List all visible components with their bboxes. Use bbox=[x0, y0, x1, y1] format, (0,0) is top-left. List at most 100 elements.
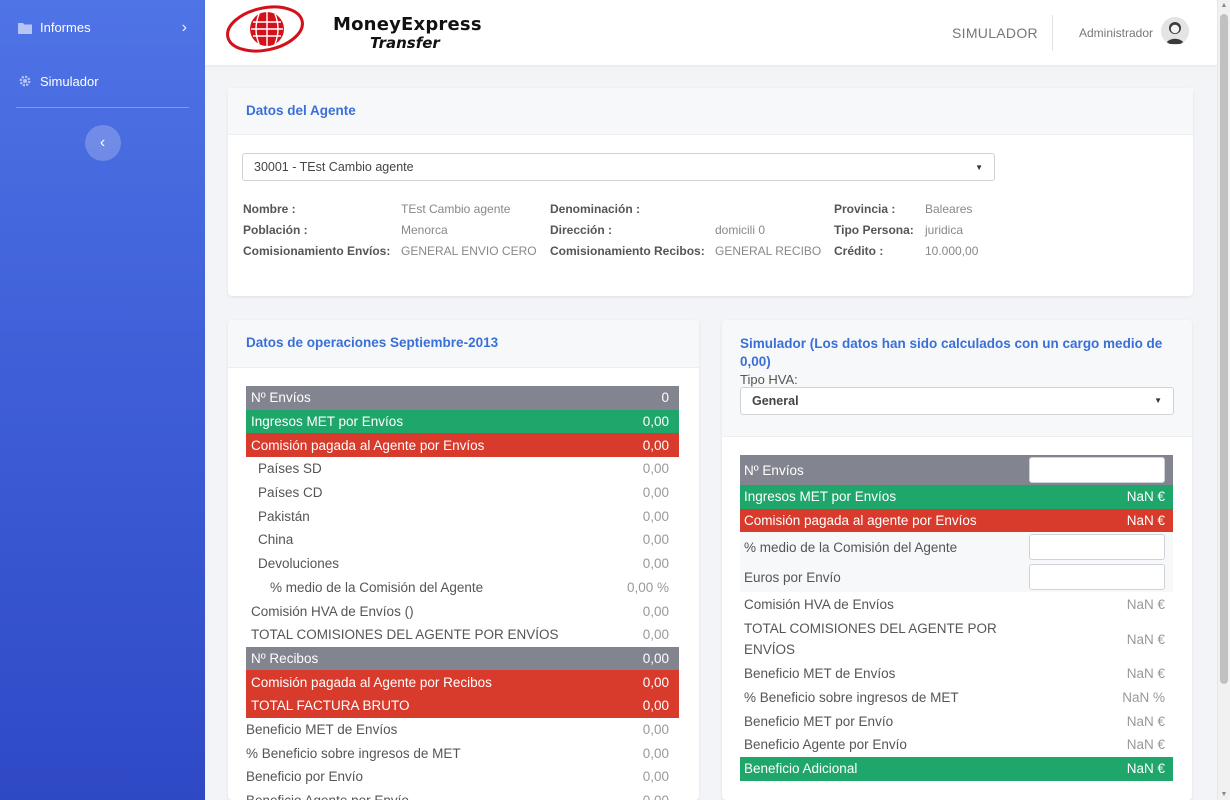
row-label: Beneficio por Envío bbox=[246, 769, 364, 785]
row-label: Euros por Envío bbox=[744, 569, 841, 585]
nombre-value: TEst Cambio agente bbox=[401, 202, 511, 216]
row-label: Beneficio MET de Envíos bbox=[744, 666, 896, 682]
agent-select[interactable]: 30001 - TEst Cambio agente ▼ bbox=[242, 153, 995, 181]
ops-row-medio-de-la-comision-del-agente: % medio de la Comisión del Agente 0,00 % bbox=[246, 576, 679, 600]
medio-de-la-comision-del-agente-input[interactable] bbox=[1029, 534, 1165, 561]
sidebar-item-label: Simulador bbox=[40, 73, 99, 89]
scroll-down-arrow-icon[interactable]: ▼ bbox=[1220, 791, 1228, 798]
scroll-thumb[interactable] bbox=[1220, 14, 1228, 684]
row-value: NaN € bbox=[1126, 513, 1165, 529]
tipo-hva-select[interactable]: General ▼ bbox=[740, 387, 1174, 415]
agent-card: Datos del Agente 30001 - TEst Cambio age… bbox=[228, 88, 1193, 296]
operations-table: Nº Envíos 0 Ingresos MET por Envíos 0,00 Com… bbox=[246, 386, 679, 800]
caret-down-icon: ▼ bbox=[975, 162, 983, 172]
ops-row-comision-hva-de-envios: Comisión HVA de Envíos () 0,00 bbox=[246, 599, 679, 623]
row-label: Pakistán bbox=[258, 508, 310, 524]
brand-logo[interactable]: MoneyExpress Transfer bbox=[225, 2, 485, 60]
row-value: 0,00 bbox=[642, 627, 669, 643]
row-value: 0,00 bbox=[642, 603, 669, 619]
provincia-value: Baleares bbox=[925, 202, 973, 216]
chevron-right-icon: › bbox=[181, 18, 187, 36]
row-label: Beneficio Adicional bbox=[744, 761, 858, 777]
gear-icon bbox=[19, 75, 31, 87]
agent-card-title: Datos del Agente bbox=[228, 88, 1193, 135]
row-label: Nº Envíos bbox=[251, 390, 311, 406]
row-value: NaN € bbox=[1126, 737, 1165, 753]
sidebar-toggle-button[interactable]: ‹ bbox=[84, 125, 121, 161]
row-label: % Beneficio sobre ingresos de MET bbox=[744, 690, 959, 706]
row-label: Beneficio Agente por Envío bbox=[246, 793, 409, 800]
row-label: Países CD bbox=[258, 485, 323, 501]
ops-row-beneficio-sobre-ingresos-de-met: % Beneficio sobre ingresos de MET 0,00 bbox=[246, 741, 679, 765]
chevron-left-icon: ‹ bbox=[99, 134, 106, 151]
simulator-table: Nº Envíos Ingresos MET por Envíos NaN € Com… bbox=[740, 455, 1173, 781]
provincia-label: Provincia : bbox=[834, 202, 896, 216]
ops-row-paises-sd: Países SD 0,00 bbox=[246, 457, 679, 481]
sim-row-euros-por-envio: Euros por Envío bbox=[740, 562, 1173, 593]
row-value: NaN € bbox=[1126, 631, 1165, 647]
sim-row-comision-pagada-al-agente-por-envios: Comisión pagada al agente por Envíos NaN … bbox=[740, 508, 1173, 533]
sim-row-total-comisiones-del-agente-por-envios: TOTAL COMISIONES DEL AGENTE POR ENVÍOS Na… bbox=[740, 616, 1173, 662]
row-label: TOTAL COMISIONES DEL AGENTE POR ENVÍOS bbox=[744, 621, 997, 658]
sim-row-medio-de-la-comision-del-agente: % medio de la Comisión del Agente bbox=[740, 532, 1173, 563]
poblacion-label: Población : bbox=[243, 223, 308, 237]
scroll-up-arrow-icon[interactable]: ▲ bbox=[1220, 2, 1228, 9]
sidebar-item-label: Informes bbox=[40, 20, 91, 35]
row-label: % Beneficio sobre ingresos de MET bbox=[246, 745, 461, 761]
row-value: 0,00 bbox=[642, 650, 669, 666]
user-name[interactable]: Administrador bbox=[1079, 26, 1153, 40]
row-label: Ingresos MET por Envíos bbox=[251, 414, 404, 430]
logo-text-secondary: Transfer bbox=[370, 34, 440, 52]
row-label: Beneficio MET por Envío bbox=[744, 713, 894, 729]
row-label: Ingresos MET por Envíos bbox=[744, 489, 897, 505]
row-label: % medio de la Comisión del Agente bbox=[270, 579, 484, 595]
row-value: 0,00 bbox=[642, 485, 669, 501]
row-value: NaN € bbox=[1126, 596, 1165, 612]
ops-row-paises-cd: Países CD 0,00 bbox=[246, 481, 679, 505]
row-value: NaN € bbox=[1126, 713, 1165, 729]
row-label: Comisión pagada al Agente por Recibos bbox=[251, 674, 492, 690]
row-label: Comisión HVA de Envíos () bbox=[251, 603, 414, 619]
row-value: 0,00 bbox=[642, 414, 669, 430]
euros-por-envio-input[interactable] bbox=[1029, 564, 1165, 591]
sim-row-beneficio-met-por-envio: Beneficio MET por Envío NaN € bbox=[740, 709, 1173, 733]
denominacion-label: Denominación : bbox=[550, 202, 641, 216]
credito-value: 10.000,00 bbox=[925, 244, 979, 258]
caret-down-icon: ▼ bbox=[1154, 396, 1162, 405]
row-label: Comisión pagada al Agente por Envíos bbox=[251, 437, 485, 453]
sidebar-divider bbox=[16, 107, 189, 108]
row-label: Nº Recibos bbox=[251, 650, 319, 666]
row-value: 0,00 bbox=[642, 769, 669, 785]
row-value: NaN € bbox=[1126, 761, 1165, 777]
agent-select-value: 30001 - TEst Cambio agente bbox=[254, 160, 414, 174]
sim-row-n-envios: Nº Envíos bbox=[740, 455, 1173, 485]
ops-row-comision-pagada-al-agente-por-recibos: Comisión pagada al Agente por Recibos 0,0… bbox=[246, 670, 679, 694]
page-scrollbar[interactable]: ▲ ▼ bbox=[1217, 0, 1230, 800]
row-label: Nº Envíos bbox=[744, 462, 804, 478]
nav-simulador-link[interactable]: SIMULADOR bbox=[952, 25, 1038, 41]
com-recibos-label: Comisionamiento Recibos: bbox=[550, 244, 705, 258]
ops-row-comision-pagada-al-agente-por-envios: Comisión pagada al Agente por Envíos 0,00 bbox=[246, 433, 679, 458]
row-value: 0,00 bbox=[642, 461, 669, 477]
sidebar-item-informes[interactable]: Informes › bbox=[0, 0, 205, 55]
row-label: Beneficio Agente por Envío bbox=[744, 737, 907, 753]
topbar-divider bbox=[1052, 15, 1053, 51]
ops-row-china: China 0,00 bbox=[246, 528, 679, 552]
com-envios-value: GENERAL ENVIO CERO bbox=[401, 244, 537, 258]
sim-row-beneficio-sobre-ingresos-de-met: % Beneficio sobre ingresos de MET NaN % bbox=[740, 686, 1173, 710]
com-envios-label: Comisionamiento Envíos: bbox=[243, 244, 391, 258]
sim-row-beneficio-agente-por-envio: Beneficio Agente por Envío NaN € bbox=[740, 733, 1173, 757]
ops-row-beneficio-por-envio: Beneficio por Envío 0,00 bbox=[246, 765, 679, 789]
folder-icon bbox=[18, 22, 32, 34]
sidebar-item-simulador[interactable]: Simulador bbox=[0, 55, 205, 107]
sim-row-ingresos-met-por-envios: Ingresos MET por Envíos NaN € bbox=[740, 485, 1173, 509]
n-envios-input[interactable] bbox=[1029, 457, 1165, 483]
avatar[interactable] bbox=[1161, 17, 1189, 45]
ops-row-devoluciones: Devoluciones 0,00 bbox=[246, 552, 679, 576]
operations-card: Datos de operaciones Septiembre-2013 Nº … bbox=[228, 320, 699, 800]
nombre-label: Nombre : bbox=[243, 202, 296, 216]
sim-row-beneficio-adicional: Beneficio Adicional NaN € bbox=[740, 756, 1173, 781]
direccion-label: Dirección : bbox=[550, 223, 613, 237]
sidebar: Informes › Simulador ‹ bbox=[0, 0, 205, 800]
ops-row-total-factura-bruto: TOTAL FACTURA BRUTO 0,00 bbox=[246, 693, 679, 718]
